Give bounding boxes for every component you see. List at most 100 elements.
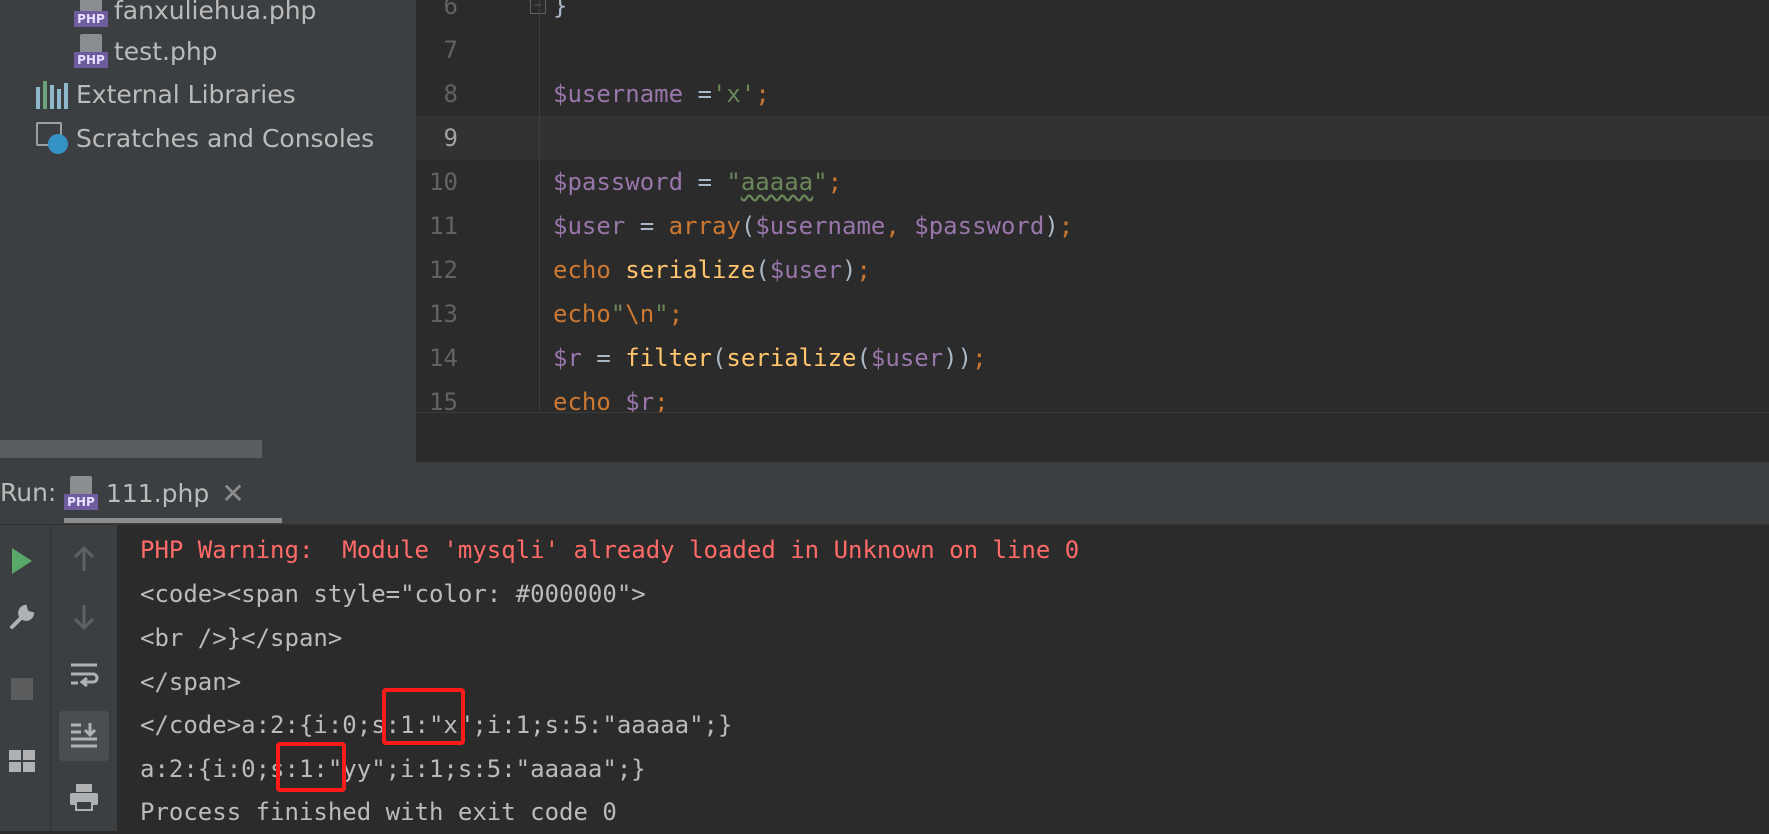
code-token: ( [711,344,727,372]
console-line: </span> [140,668,242,696]
code-token: " [726,168,741,196]
code-token: ; [856,256,871,284]
fold-icon[interactable]: − [530,0,546,14]
tree-item-scratches[interactable]: Scratches and Consoles [34,118,374,158]
code-token: ) [1044,212,1059,240]
code-editor[interactable]: 6−} 7 8 $username ='x'; 9 10 $password = "aaaa… [416,0,1769,412]
line-number: 10 [429,168,458,196]
highlight-box [276,742,346,792]
tree-item-label: test.php [114,36,218,66]
code-token: ; [654,388,669,412]
tab-111-php[interactable]: PHP 111.php ✕ [64,462,282,524]
console-line: <code><span style="color: #000000"> [140,580,646,608]
code-text: $user = array($username, $password); [553,204,1073,248]
code-token: } [553,0,568,20]
code-token: = [683,80,712,108]
project-tree-panel: PHP fanxuliehua.php PHP test.php Externa… [0,0,416,462]
php-file-icon: PHP [64,475,98,511]
line-number: 6 [443,0,458,20]
console-line: a:2:{i:0;s:1:"yy";i:1;s:5:"aaaaa";} [140,755,646,783]
tree-item-external-libraries[interactable]: External Libraries [36,74,296,114]
horizontal-scrollbar[interactable] [0,440,262,458]
run-title: Run: [0,478,57,507]
code-token: ; [668,300,684,328]
layout-icon[interactable] [2,741,42,781]
tree-item-label: External Libraries [76,79,296,109]
code-line[interactable]: 6 −} [416,0,1769,28]
console-output[interactable]: PHP Warning: Module 'mysqli' already loa… [117,525,1769,831]
code-token: echo [553,300,611,328]
line-number: 11 [429,212,458,240]
highlight-box [382,688,465,745]
close-icon[interactable]: ✕ [221,477,244,510]
code-token: ; [755,80,770,108]
line-number: 12 [429,256,458,284]
settings-wrench-icon[interactable] [2,597,42,637]
line-number: 14 [429,344,458,372]
code-line[interactable]: 8 $username ='x'; [416,72,1769,116]
scroll-down-icon[interactable] [65,597,103,637]
php-file-icon: PHP [74,33,108,69]
tree-item-test-php[interactable]: PHP test.php [74,31,218,71]
code-line[interactable]: 11 $user = array($username, $password); [416,204,1769,248]
code-token: ( [740,212,756,240]
console-line: <br />}</span> [140,624,343,652]
console-line-exit: Process finished with exit code 0 [140,798,617,826]
code-token: ; [972,344,987,372]
line-number: 15 [429,388,458,412]
code-text: echo serialize($user); [553,248,871,292]
code-line[interactable]: 12 echo serialize($user); [416,248,1769,292]
code-token: $r [553,344,582,372]
console-line-warning: PHP Warning: Module 'mysqli' already loa… [140,536,1080,564]
run-left-toolbar [0,525,50,831]
scroll-to-end-icon[interactable] [59,711,109,761]
code-text: } [553,0,567,28]
code-text: echo"\n"; [553,292,683,336]
line-number: 7 [443,36,458,64]
code-token: ( [856,344,871,372]
code-token: serialize [625,256,756,284]
code-token: = [683,168,727,196]
code-token: 'x' [711,80,756,108]
code-line[interactable]: 15 echo $r; [416,380,1769,412]
code-token: echo [553,388,626,412]
code-token: " [654,300,669,328]
code-line[interactable]: 10 $password = "aaaaa"; [416,160,1769,204]
code-text: $r = filter(serialize($user)); [553,336,987,380]
editor-bottom-area [416,412,1769,463]
code-token: = [581,344,626,372]
gutter-divider [539,0,540,412]
code-token: ( [755,256,770,284]
code-token: $r [625,388,655,412]
code-line[interactable]: 7 [416,28,1769,72]
code-token: $password [553,168,684,196]
active-tab-indicator [64,518,282,523]
tree-item-fanxuliehua[interactable]: PHP fanxuliehua.php [74,0,316,30]
scroll-up-icon[interactable] [65,539,103,579]
code-token: array [668,212,741,240]
code-line[interactable]: 9 [416,116,1769,160]
code-token: $username [553,80,684,108]
code-line[interactable]: 14 $r = filter(serialize($user)); [416,336,1769,380]
code-token: $user [769,256,842,284]
code-text: $password = "aaaaa"; [553,160,842,204]
code-token: , [885,212,915,240]
print-icon[interactable] [65,777,103,817]
soft-wrap-icon[interactable] [65,655,103,695]
run-toolwindow-header: Run: PHP 111.php ✕ [0,462,1769,525]
line-number: 13 [429,300,458,328]
run-console-toolbar [50,525,117,831]
code-line[interactable]: 13 echo"\n"; [416,292,1769,336]
code-token: aaaaa [740,168,814,196]
code-text: $username ='x'; [553,72,770,116]
run-icon[interactable] [2,541,42,581]
stop-icon[interactable] [2,669,42,709]
code-token: ; [827,168,843,196]
tree-item-label: fanxuliehua.php [114,0,317,25]
code-token: $password [914,212,1045,240]
code-token: " [813,168,828,196]
code-token: " [610,300,626,328]
code-token: ; [1058,212,1074,240]
code-token: $username [755,212,886,240]
scratches-icon [34,120,70,156]
